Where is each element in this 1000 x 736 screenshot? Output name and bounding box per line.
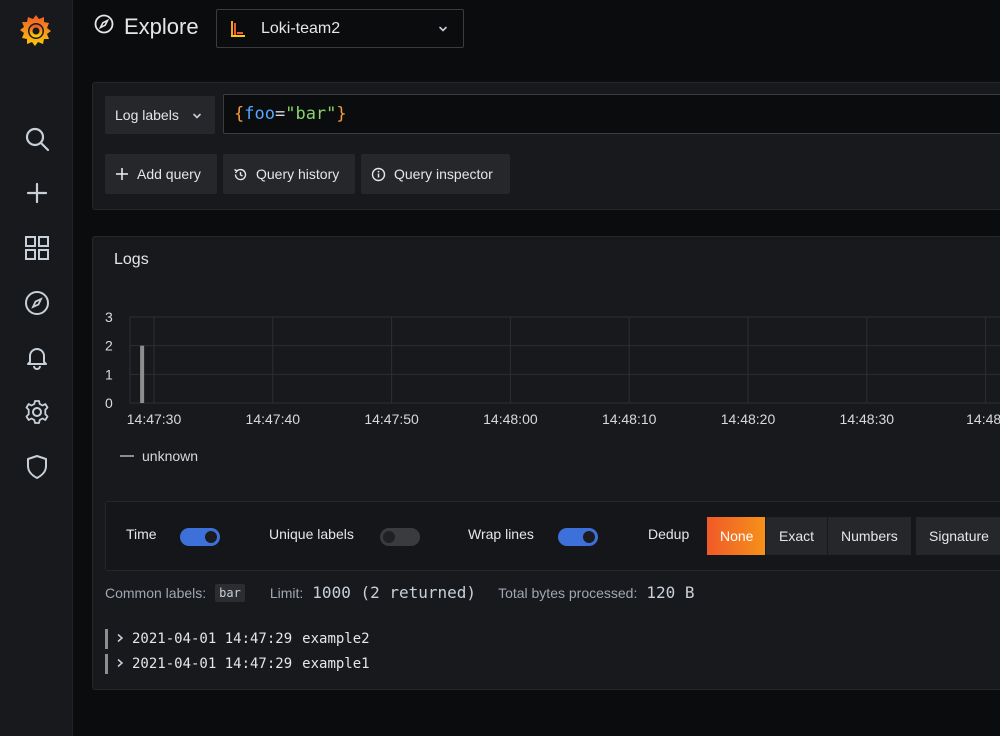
bytes-processed-value: 120 B (646, 583, 695, 602)
dedup-exact-button[interactable]: Exact (765, 517, 828, 555)
query-inspector-label: Query inspector (394, 166, 493, 182)
add-query-label: Add query (137, 166, 201, 182)
add-query-button[interactable]: Add query (105, 154, 217, 194)
chevron-right-icon[interactable] (116, 656, 124, 672)
log-level-indicator (105, 654, 108, 674)
logs-panel-title: Logs (114, 251, 149, 268)
history-icon (233, 167, 248, 182)
grafana-logo[interactable] (18, 12, 54, 48)
y-tick-label: 2 (105, 338, 113, 354)
x-tick-label: 14:47:30 (127, 411, 182, 427)
volume-bar (140, 345, 145, 403)
query-history-button[interactable]: Query history (223, 154, 355, 194)
wrap-lines-toggle[interactable] (558, 528, 598, 546)
x-tick-label: 14:48:10 (602, 411, 657, 427)
x-tick-label: 14:47:50 (364, 411, 419, 427)
query-brace-close: } (336, 104, 347, 124)
limit-label: Limit: (269, 584, 304, 601)
log-line: example1 (302, 656, 370, 672)
query-label-key: foo (244, 104, 275, 124)
logs-meta-row: Common labels: bar Limit: 1000 (2 return… (105, 583, 695, 602)
log-level-indicator (105, 629, 108, 649)
datasource-name: Loki-team2 (261, 19, 341, 37)
legend-series-label: unknown (142, 448, 199, 464)
bytes-processed-label: Total bytes processed: (498, 584, 638, 601)
limit-value: 1000 (2 returned) (312, 583, 477, 602)
chevron-down-icon (437, 22, 449, 40)
page-title-text: Explore (124, 14, 199, 39)
plus-icon[interactable] (22, 178, 52, 208)
logs-volume-chart: 0 1 2 3 14:47:30 14:47:40 14:47:50 14:48:00 14:4… (105, 309, 1000, 427)
x-tick-label: 14:48: (966, 411, 1000, 427)
y-tick-label: 1 (105, 366, 113, 382)
unique-labels-toggle-label: Unique labels (269, 526, 354, 542)
y-tick-label: 3 (105, 309, 113, 325)
log-timestamp: 2021-04-01 14:47:29 (132, 631, 293, 647)
chart-legend[interactable]: unknown (120, 448, 198, 464)
common-label-badge: bar (215, 583, 245, 602)
log-options-bar: Time Unique labels Wrap lines Dedup None… (105, 501, 1000, 571)
unique-labels-toggle[interactable] (380, 528, 420, 546)
plus-icon (115, 167, 129, 181)
wrap-lines-toggle-label: Wrap lines (468, 526, 534, 542)
query-history-label: Query history (256, 166, 340, 182)
log-labels-label: Log labels (115, 107, 179, 123)
query-inspector-button[interactable]: Query inspector (361, 154, 510, 194)
x-tick-label: 14:48:30 (840, 411, 895, 427)
dedup-none-button[interactable]: None (706, 517, 767, 555)
dedup-signature-button[interactable]: Signature (915, 517, 1000, 555)
info-icon (371, 167, 386, 182)
common-labels-label: Common labels: (105, 584, 207, 601)
query-label-value: "bar" (285, 104, 337, 124)
chevron-down-icon (191, 109, 203, 125)
x-tick-label: 14:48:20 (721, 411, 776, 427)
loki-icon (229, 20, 247, 38)
sidebar (0, 0, 73, 736)
main-area: Explore Loki-team2 Log labels {foo = "bar"… (74, 0, 1000, 736)
log-line: example2 (302, 631, 370, 647)
dedup-label: Dedup (648, 526, 690, 542)
query-operator: = (274, 104, 286, 124)
chevron-right-icon[interactable] (116, 631, 124, 647)
toggle-knob (205, 531, 217, 543)
log-row[interactable]: 2021-04-01 14:47:29 example2 (105, 629, 370, 649)
gear-icon[interactable] (22, 397, 52, 427)
y-tick-label: 0 (105, 395, 113, 411)
compass-icon (94, 14, 114, 40)
bell-icon[interactable] (22, 342, 52, 372)
x-tick-label: 14:47:40 (246, 411, 301, 427)
query-editor-panel: Log labels {foo = "bar"} Add query Query h… (92, 82, 1000, 210)
search-icon[interactable] (22, 124, 52, 154)
page-title: Explore (94, 14, 199, 40)
compass-icon[interactable] (22, 288, 52, 318)
legend-series-line (120, 455, 134, 457)
top-bar: Explore Loki-team2 (74, 0, 1000, 58)
logs-panel: Logs 0 1 2 3 14:47:30 14:47:40 14:47:50 14:48:0… (92, 236, 1000, 690)
x-tick-label: 14:48:00 (483, 411, 538, 427)
query-brace-open: { (234, 104, 245, 124)
toggle-knob (383, 531, 395, 543)
time-toggle-label: Time (126, 526, 157, 542)
query-input[interactable]: {foo = "bar"} (223, 94, 1000, 134)
dedup-numbers-button[interactable]: Numbers (827, 517, 911, 555)
log-labels-button[interactable]: Log labels (105, 96, 215, 134)
toggle-knob (583, 531, 595, 543)
dashboards-icon[interactable] (22, 233, 52, 263)
log-timestamp: 2021-04-01 14:47:29 (132, 656, 293, 672)
shield-icon[interactable] (22, 452, 52, 482)
time-toggle[interactable] (180, 528, 220, 546)
datasource-picker[interactable]: Loki-team2 (216, 9, 464, 48)
log-row[interactable]: 2021-04-01 14:47:29 example1 (105, 654, 370, 674)
